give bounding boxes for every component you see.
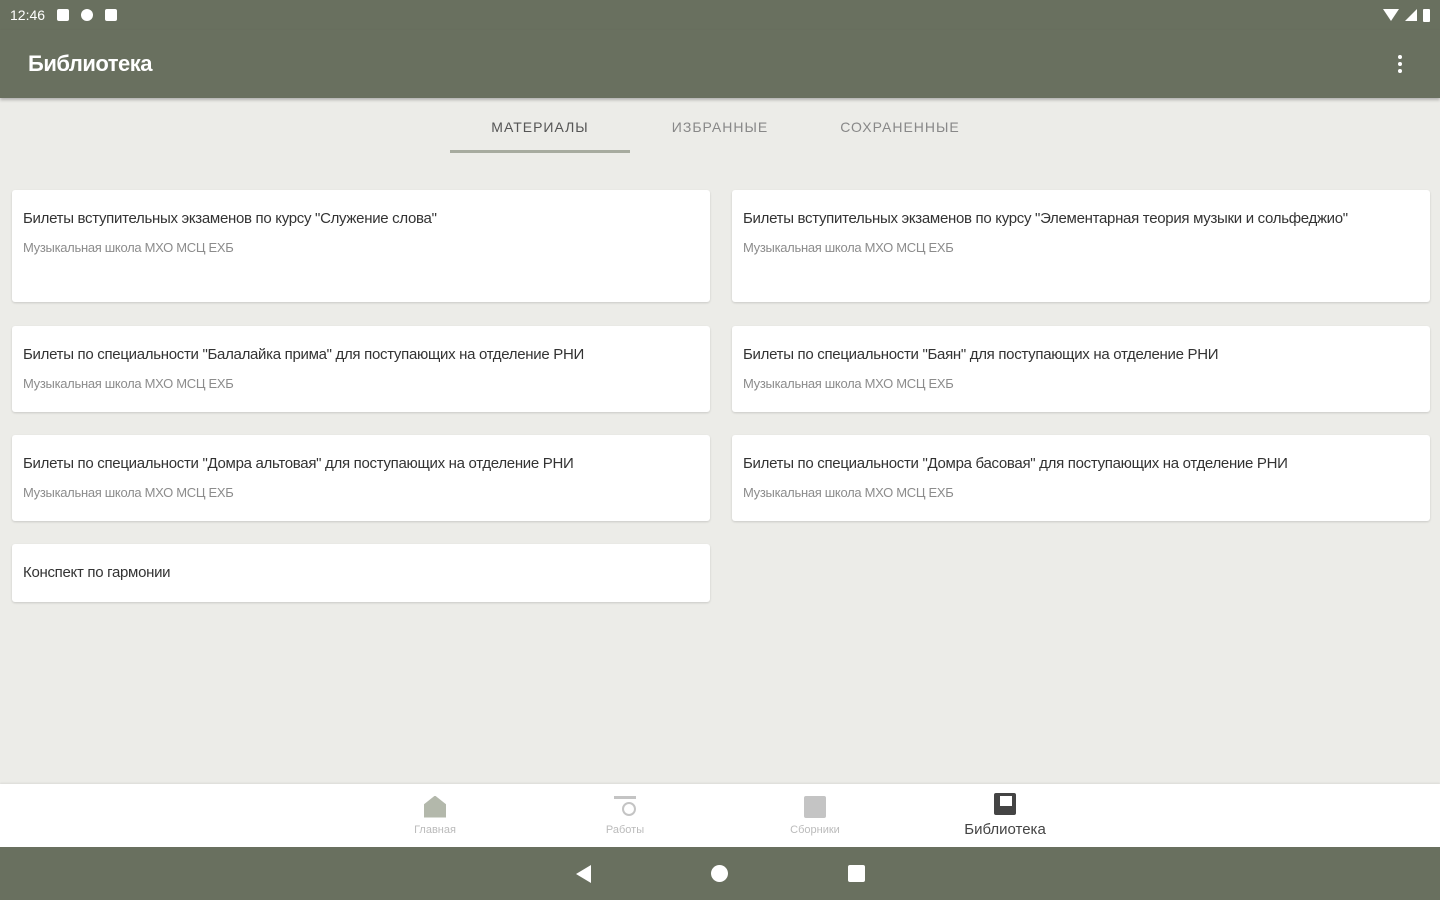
item-subtitle: Музыкальная школа МХО МСЦ ЕХБ <box>23 485 234 500</box>
list-item[interactable]: Билеты по специальности "Домра басовая" … <box>732 435 1430 521</box>
wifi-icon <box>1383 9 1399 21</box>
nav-library[interactable]: Библиотека <box>910 784 1100 847</box>
item-title: Билеты по специальности "Балалайка прима… <box>23 346 584 363</box>
list-item[interactable]: Конспект по гармонии <box>12 544 710 602</box>
nav-works[interactable]: Работы <box>530 784 720 847</box>
tab-materials[interactable]: МАТЕРИАЛЫ <box>450 98 630 156</box>
tab-favorites[interactable]: ИЗБРАННЫЕ <box>630 98 810 156</box>
sync-icon <box>81 9 94 21</box>
item-title: Билеты по специальности "Баян" для посту… <box>743 346 1219 363</box>
recents-icon[interactable] <box>847 865 865 882</box>
app-bar: Библиотека <box>0 30 1440 98</box>
bottom-navigation: Главная Работы Сборники Библиотека <box>0 784 1440 847</box>
works-search-icon <box>614 795 636 818</box>
tab-bar: МАТЕРИАЛЫ ИЗБРАННЫЕ СОХРАНЕННЫЕ <box>0 98 1440 156</box>
item-title: Конспект по гармонии <box>23 564 171 581</box>
nav-label: Сборники <box>790 823 840 836</box>
materials-list: Билеты вступительных экзаменов по курсу … <box>12 190 1430 602</box>
home-circle-icon[interactable] <box>710 865 728 882</box>
item-subtitle: Музыкальная школа МХО МСЦ ЕХБ <box>743 240 954 255</box>
nav-label: Работы <box>605 823 645 836</box>
list-item[interactable]: Билеты вступительных экзаменов по курсу … <box>732 190 1430 302</box>
tab-saved[interactable]: СОХРАНЕННЫЕ <box>810 98 990 156</box>
nav-home[interactable]: Главная <box>340 784 530 847</box>
nav-label: Библиотека <box>964 821 1046 838</box>
item-subtitle: Музыкальная школа МХО МСЦ ЕХБ <box>23 376 234 391</box>
back-icon[interactable] <box>575 864 591 883</box>
battery-icon <box>1423 8 1430 22</box>
item-title: Билеты по специальности "Домра альтовая"… <box>23 455 574 472</box>
item-title: Билеты вступительных экзаменов по курсу … <box>23 210 437 227</box>
item-subtitle: Музыкальная школа МХО МСЦ ЕХБ <box>743 485 954 500</box>
status-bar: 12:46 <box>0 0 1440 30</box>
nav-collections[interactable]: Сборники <box>720 784 910 847</box>
item-subtitle: Музыкальная школа МХО МСЦ ЕХБ <box>23 240 234 255</box>
list-item[interactable]: Билеты вступительных экзаменов по курсу … <box>12 190 710 302</box>
nav-label: Главная <box>414 823 456 836</box>
home-icon <box>424 795 446 818</box>
library-icon <box>994 793 1016 815</box>
signal-icon <box>1405 9 1417 21</box>
notification-icon <box>57 9 70 21</box>
item-title: Билеты по специальности "Домра басовая" … <box>743 455 1288 472</box>
sd-card-icon <box>105 9 118 21</box>
more-vert-icon[interactable] <box>1388 49 1412 79</box>
item-subtitle: Музыкальная школа МХО МСЦ ЕХБ <box>743 376 954 391</box>
system-navigation-bar <box>0 847 1440 900</box>
list-item[interactable]: Билеты по специальности "Баян" для посту… <box>732 326 1430 412</box>
item-title: Билеты вступительных экзаменов по курсу … <box>743 210 1348 227</box>
list-item[interactable]: Билеты по специальности "Домра альтовая"… <box>12 435 710 521</box>
list-item[interactable]: Билеты по специальности "Балалайка прима… <box>12 326 710 412</box>
collection-icon <box>804 795 826 818</box>
page-title: Библиотека <box>28 51 153 76</box>
status-time: 12:46 <box>10 7 46 23</box>
